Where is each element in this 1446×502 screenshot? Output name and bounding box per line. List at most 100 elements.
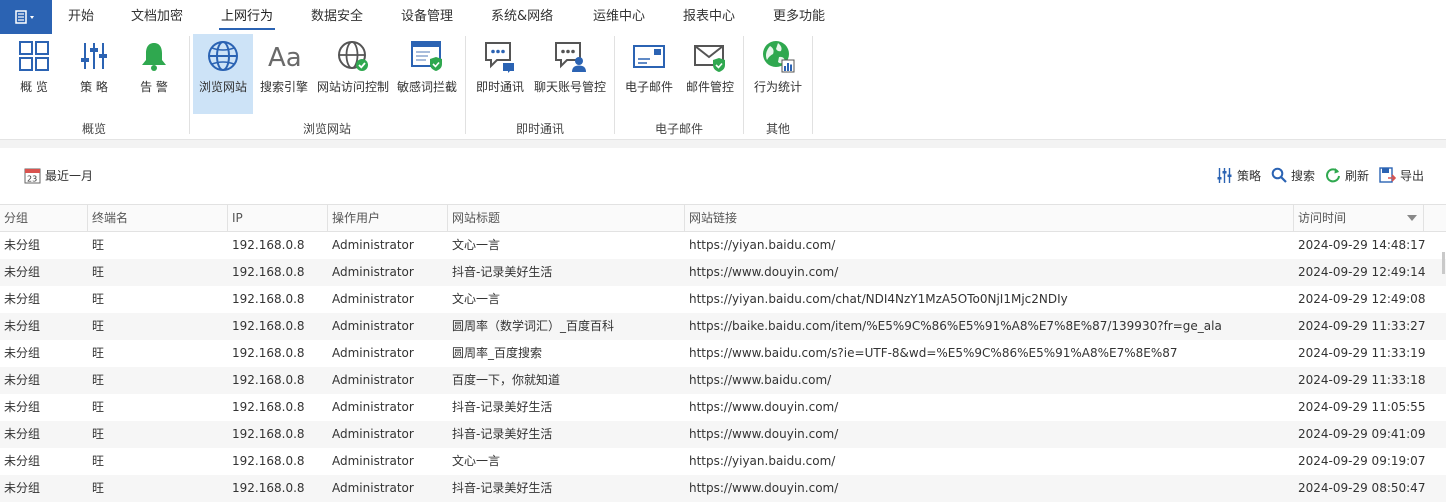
column-header-time[interactable]: 访问时间 [1294, 205, 1424, 231]
group-divider [189, 36, 190, 134]
globe-icon [208, 41, 238, 71]
cell-time: 2024-09-29 14:48:17 [1298, 238, 1426, 252]
toolbar-export-label: 导出 [1400, 168, 1425, 183]
site-access-control-button[interactable]: 网站访问控制 [315, 34, 391, 114]
cell-group: 未分组 [4, 238, 41, 252]
tab-system-network[interactable]: 系统&网络 [491, 0, 553, 34]
chat-bubble-icon [485, 42, 514, 73]
instant-messaging-button[interactable]: 即时通讯 [472, 34, 528, 114]
toolbar-search-label: 搜索 [1291, 168, 1316, 183]
behavior-stats-button[interactable]: 行为统计 [749, 34, 807, 114]
calendar-icon-day: 23 [27, 174, 37, 183]
browse-websites-button[interactable]: 浏览网站 [193, 34, 253, 114]
refresh-icon [1326, 168, 1340, 183]
table-row[interactable]: 未分组 旺 192.168.0.8 Administrator 抖音-记录美好生活 htt… [0, 421, 1446, 448]
toolbar-export-button[interactable]: 导出 [1379, 164, 1424, 186]
tab-internet-behavior[interactable]: 上网行为 [218, 0, 276, 34]
search-engine-button[interactable]: Aa 搜索引擎 [256, 34, 312, 114]
tab-device-management[interactable]: 设备管理 [401, 0, 453, 34]
chat-account-control-label: 聊天账号管控 [533, 80, 606, 94]
column-header-user[interactable]: 操作用户 [328, 205, 448, 231]
cell-url: https://yiyan.baidu.com/ [689, 454, 836, 468]
table-row[interactable]: 未分组 旺 192.168.0.8 Administrator 圆周率_百度搜索 http… [0, 340, 1446, 367]
tab-more-functions[interactable]: 更多功能 [773, 0, 825, 34]
column-header-url[interactable]: 网站链接 [685, 205, 1294, 231]
cell-group: 未分组 [4, 454, 41, 468]
alarm-button[interactable]: 告 警 [126, 34, 182, 114]
cell-title: 圆周率_百度搜索 [452, 346, 543, 360]
cell-user: Administrator [332, 373, 414, 387]
policy-button[interactable]: 策 略 [66, 34, 122, 114]
cell-user: Administrator [332, 238, 414, 252]
table-row[interactable]: 未分组 旺 192.168.0.8 Administrator 抖音-记录美好生活 htt… [0, 259, 1446, 286]
app-menu-button[interactable] [0, 0, 52, 34]
vertical-scrollbar-thumb[interactable] [1442, 252, 1445, 274]
cell-terminal: 旺 [92, 319, 105, 333]
cell-group: 未分组 [4, 292, 41, 306]
overview-button[interactable]: 概 览 [6, 34, 62, 114]
table-header: 分组 终端名 IP 操作用户 网站标题 网站链接 访问时间 [0, 204, 1446, 232]
column-header-group[interactable]: 分组 [0, 205, 88, 231]
cell-ip: 192.168.0.8 [232, 481, 305, 495]
email-button[interactable]: 电子邮件 [620, 34, 678, 114]
cell-group: 未分组 [4, 373, 41, 387]
cell-url: https://www.baidu.com/ [689, 373, 832, 387]
cell-terminal: 旺 [92, 481, 105, 495]
email-control-button[interactable]: 邮件管控 [682, 34, 738, 114]
cell-group: 未分组 [4, 265, 41, 279]
sliders-icon [81, 43, 107, 69]
column-header-title[interactable]: 网站标题 [448, 205, 685, 231]
globe-chart-icon [763, 41, 795, 73]
toolbar-refresh-button[interactable]: 刷新 [1325, 164, 1369, 186]
table-row[interactable]: 未分组 旺 192.168.0.8 Administrator 抖音-记录美好生活 htt… [0, 475, 1446, 502]
toolbar-policy-label: 策略 [1237, 168, 1262, 183]
sensitive-word-block-button[interactable]: 敏感词拦截 [395, 34, 459, 114]
column-header-ip[interactable]: IP [228, 205, 328, 231]
cell-url: https://www.douyin.com/ [689, 481, 839, 495]
cell-group: 未分组 [4, 346, 41, 360]
cell-title: 抖音-记录美好生活 [452, 265, 553, 279]
cell-user: Administrator [332, 319, 414, 333]
cell-user: Administrator [332, 427, 414, 441]
cell-time: 2024-09-29 11:33:27 [1298, 319, 1426, 333]
table-row[interactable]: 未分组 旺 192.168.0.8 Administrator 文心一言 https://… [0, 232, 1446, 259]
cell-time: 2024-09-29 11:33:18 [1298, 373, 1426, 387]
toolbar-search-button[interactable]: 搜索 [1271, 164, 1315, 186]
cell-ip: 192.168.0.8 [232, 454, 305, 468]
cell-user: Administrator [332, 292, 414, 306]
cell-ip: 192.168.0.8 [232, 238, 305, 252]
sensitive-word-block-label: 敏感词拦截 [396, 80, 457, 94]
date-range-label: 最近一月 [45, 168, 94, 183]
column-header-group-label: 分组 [4, 211, 29, 225]
behavior-stats-label: 行为统计 [753, 80, 802, 94]
cell-title: 抖音-记录美好生活 [452, 427, 553, 441]
cell-ip: 192.168.0.8 [232, 427, 305, 441]
table-row[interactable]: 未分组 旺 192.168.0.8 Administrator 文心一言 https://… [0, 448, 1446, 475]
tab-doc-encryption[interactable]: 文档加密 [131, 0, 183, 34]
column-header-title-label: 网站标题 [452, 211, 501, 225]
tab-ops-center[interactable]: 运维中心 [593, 0, 645, 34]
bell-icon [142, 43, 166, 71]
chat-account-control-button[interactable]: 聊天账号管控 [532, 34, 608, 114]
table-row[interactable]: 未分组 旺 192.168.0.8 Administrator 圆周率（数学词汇）_百度… [0, 313, 1446, 340]
ribbon-bottom-band [0, 140, 1446, 148]
date-range-selector[interactable]: 23 最近一月 [24, 164, 93, 186]
cell-title: 文心一言 [452, 238, 501, 252]
toolbar-policy-button[interactable]: 策略 [1216, 164, 1261, 186]
table-row[interactable]: 未分组 旺 192.168.0.8 Administrator 文心一言 https://… [0, 286, 1446, 313]
cell-url: https://www.douyin.com/ [689, 265, 839, 279]
tab-start[interactable]: 开始 [68, 0, 94, 34]
cell-ip: 192.168.0.8 [232, 319, 305, 333]
cell-ip: 192.168.0.8 [232, 265, 305, 279]
tab-data-security[interactable]: 数据安全 [311, 0, 363, 34]
table-row[interactable]: 未分组 旺 192.168.0.8 Administrator 百度一下，你就知道 htt… [0, 367, 1446, 394]
ribbon: 概 览 策 略 告 警 概览 浏览网站 Aa 搜索引擎 网站访问控制 敏感词拦截… [0, 34, 1446, 140]
group-divider [743, 36, 744, 134]
column-header-terminal[interactable]: 终端名 [88, 205, 228, 231]
column-header-terminal-label: 终端名 [92, 211, 129, 225]
site-access-control-label: 网站访问控制 [316, 80, 389, 94]
tab-report-center[interactable]: 报表中心 [683, 0, 735, 34]
table-row[interactable]: 未分组 旺 192.168.0.8 Administrator 抖音-记录美好生活 htt… [0, 394, 1446, 421]
email-label: 电子邮件 [624, 80, 673, 94]
cell-title: 抖音-记录美好生活 [452, 400, 553, 414]
